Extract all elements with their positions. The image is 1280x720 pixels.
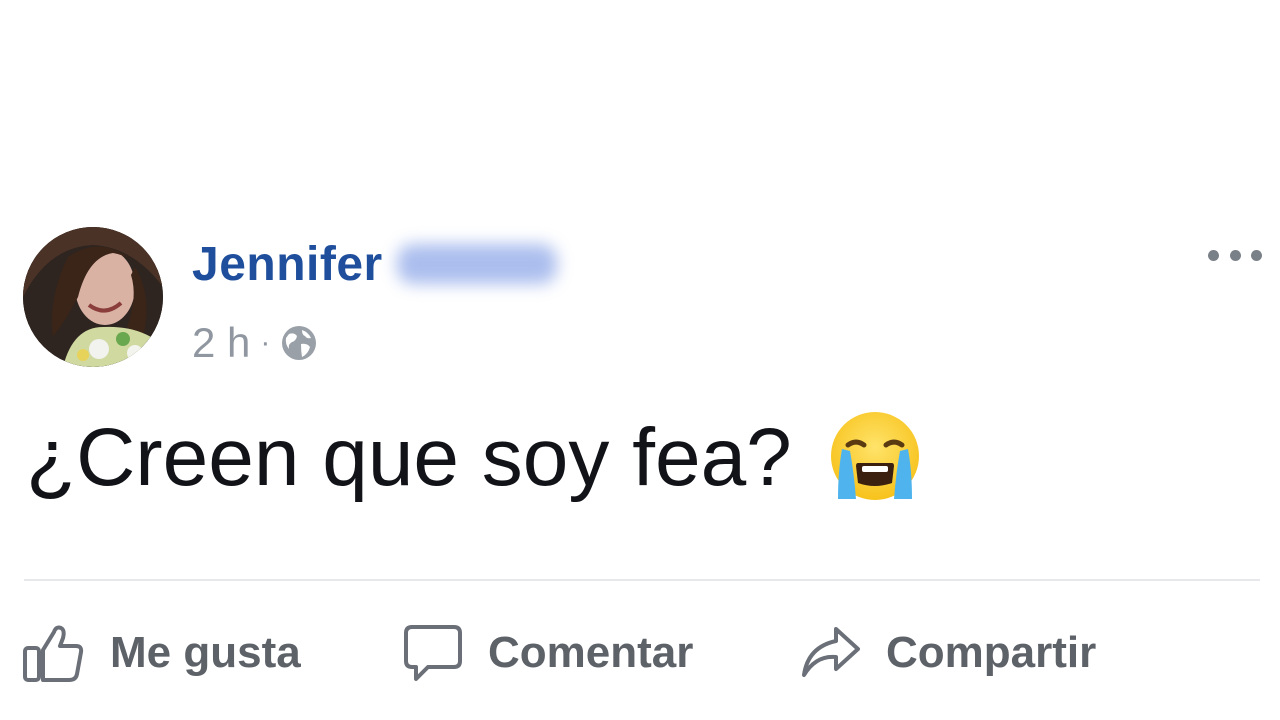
post-divider bbox=[24, 579, 1260, 581]
post-actions-bar: Me gusta Comentar Compartir bbox=[0, 610, 1280, 700]
comment-label: Comentar bbox=[488, 628, 694, 677]
author-avatar[interactable] bbox=[23, 227, 163, 367]
post-meta: 2 h · bbox=[192, 318, 318, 368]
more-dot-icon bbox=[1208, 249, 1219, 261]
share-button[interactable]: Compartir bbox=[800, 610, 1096, 696]
more-dot-icon bbox=[1229, 249, 1241, 261]
meta-separator: · bbox=[260, 326, 271, 359]
author-header: Jennifer bbox=[192, 234, 557, 294]
author-surname-blurred bbox=[396, 244, 557, 284]
author-name-link[interactable]: Jennifer bbox=[192, 237, 383, 292]
globe-icon[interactable] bbox=[280, 324, 318, 362]
share-label: Compartir bbox=[886, 628, 1097, 677]
share-arrow-icon bbox=[800, 625, 862, 681]
like-button[interactable]: Me gusta bbox=[22, 610, 301, 696]
more-options-button[interactable] bbox=[1208, 240, 1262, 270]
post-text: ¿Creen que soy fea? bbox=[26, 412, 792, 503]
post-timestamp[interactable]: 2 h bbox=[192, 319, 250, 367]
post-body: ¿Creen que soy fea? bbox=[26, 408, 922, 508]
more-dot-icon bbox=[1251, 249, 1262, 261]
like-label: Me gusta bbox=[110, 628, 301, 677]
comment-button[interactable]: Comentar bbox=[402, 610, 693, 696]
facebook-post: Jennifer 2 h · ¿Creen que soy fea? Me gu… bbox=[0, 0, 1280, 720]
thumbs-up-icon bbox=[22, 622, 86, 684]
loudly-crying-face-emoji-icon bbox=[828, 411, 922, 505]
speech-bubble-icon bbox=[402, 623, 464, 683]
